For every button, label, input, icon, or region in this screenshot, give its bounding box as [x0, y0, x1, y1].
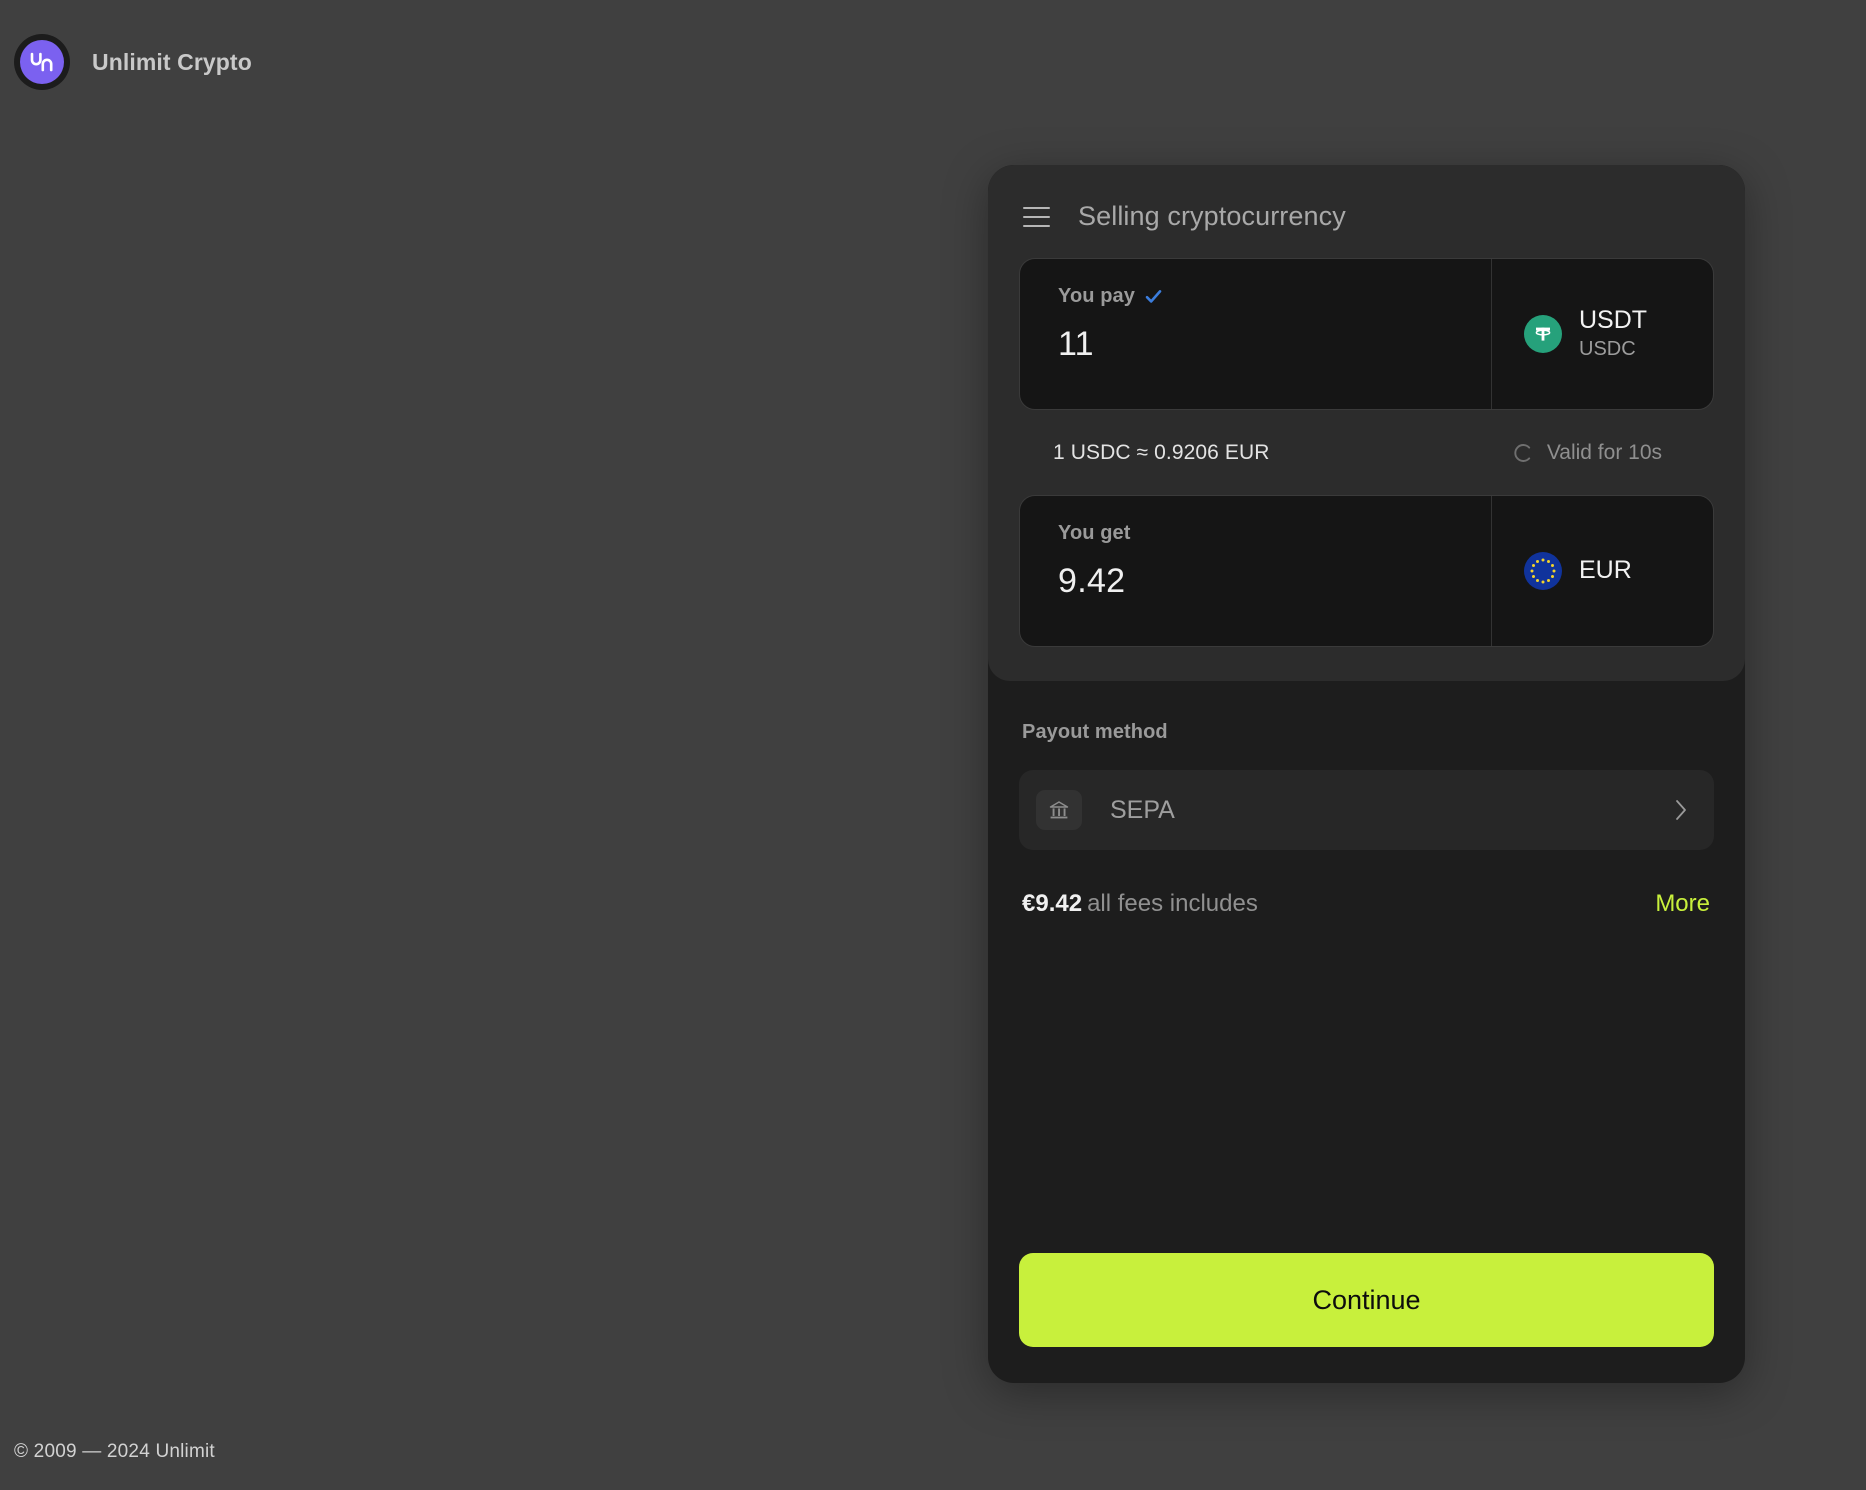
check-icon: [1145, 290, 1162, 303]
bank-icon: [1036, 790, 1082, 830]
you-get-box: You get 9.42 EUR: [1019, 495, 1714, 647]
you-pay-box: You pay 11 USDT USDC: [1019, 258, 1714, 410]
you-pay-value[interactable]: 11: [1058, 325, 1491, 364]
you-pay-currency-secondary: USDC: [1579, 337, 1636, 360]
fees-amount: €9.42: [1022, 890, 1083, 917]
valid-for-text: Valid for 10s: [1546, 441, 1662, 464]
payout-method-row[interactable]: SEPA: [1019, 770, 1714, 850]
you-get-currency-primary: EUR: [1579, 556, 1632, 585]
spinner-icon: [1514, 444, 1530, 462]
you-get-currency-texts: EUR: [1579, 556, 1632, 586]
fees-text-group: €9.42 all fees includes: [1022, 890, 1258, 918]
brand-header: Unlimit Crypto: [14, 34, 252, 90]
card-bottom-panel: Payout method SEPA €9.42 all fees include…: [988, 681, 1745, 918]
fees-more-link[interactable]: More: [1655, 890, 1710, 918]
you-get-label: You get: [1058, 522, 1131, 544]
bank-glyph: [1049, 801, 1069, 819]
you-get-input-area[interactable]: You get 9.42: [1020, 496, 1491, 646]
usdt-icon: [1524, 315, 1562, 353]
fees-description: all fees includes: [1087, 890, 1258, 917]
you-pay-label: You pay: [1058, 285, 1136, 307]
hamburger-menu-icon[interactable]: [1023, 206, 1050, 227]
you-get-value[interactable]: 9.42: [1058, 562, 1491, 601]
chevron-right-icon[interactable]: [1672, 797, 1690, 823]
you-pay-currency-selector[interactable]: USDT USDC: [1491, 259, 1713, 409]
rate-row: 1 USDC ≈ 0.9206 EUR Valid for 10s: [1019, 410, 1714, 495]
fees-summary-row: €9.42 all fees includes More: [1019, 890, 1714, 918]
you-pay-currency-primary: USDT: [1579, 306, 1648, 335]
eu-flag-icon: [1524, 552, 1562, 590]
card-title: Selling cryptocurrency: [1078, 201, 1346, 231]
unlimit-logo-icon: [14, 34, 70, 90]
unlimit-logo-glyph: [30, 52, 53, 72]
card-top-panel: Selling cryptocurrency You pay 11 USDT U…: [988, 165, 1745, 681]
exchange-widget-card: Selling cryptocurrency You pay 11 USDT U…: [988, 165, 1745, 1383]
rate-validity: Valid for 10s: [1512, 441, 1708, 465]
continue-button[interactable]: Continue: [1019, 1253, 1714, 1347]
usdt-glyph: [1535, 327, 1551, 341]
eu-stars-glyph: [1530, 558, 1556, 584]
footer-copyright: © 2009 — 2024 Unlimit: [14, 1441, 215, 1462]
you-get-label-row: You get: [1058, 522, 1491, 545]
you-pay-label-row: You pay: [1058, 285, 1491, 308]
you-get-currency-selector[interactable]: EUR: [1491, 496, 1713, 646]
you-pay-currency-texts: USDT USDC: [1579, 306, 1647, 361]
payout-method-name: SEPA: [1110, 795, 1175, 824]
payout-method-label: Payout method: [1022, 721, 1168, 743]
exchange-rate-text: 1 USDC ≈ 0.9206 EUR: [1053, 441, 1270, 464]
brand-title: Unlimit Crypto: [92, 48, 252, 75]
you-pay-input-area[interactable]: You pay 11: [1020, 259, 1491, 409]
card-header: Selling cryptocurrency: [1019, 189, 1714, 258]
